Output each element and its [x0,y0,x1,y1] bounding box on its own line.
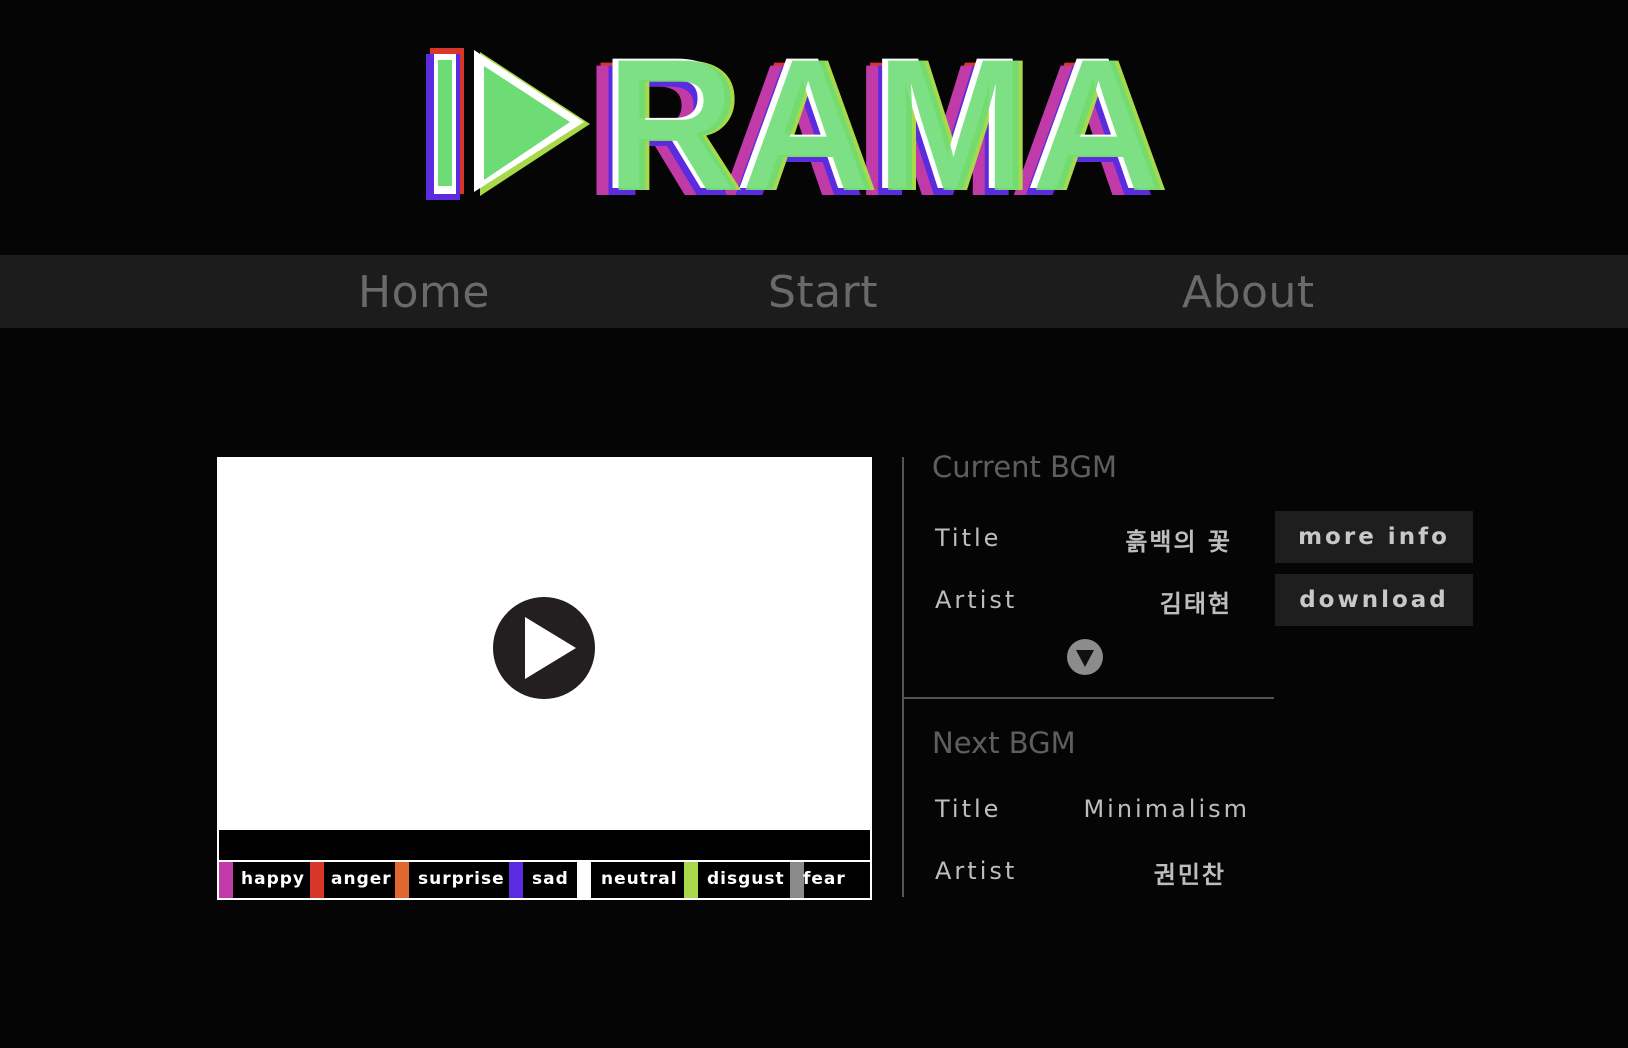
chevron-down-icon [1076,650,1094,667]
legend-swatch-anger [310,862,324,898]
more-info-button[interactable]: more info [1275,511,1473,563]
current-artist-label: Artist [935,586,1018,614]
legend-label-disgust: disgust [707,869,785,889]
legend-label-anger: anger [331,869,392,889]
drama-logo: RAMA RAMA RAMA RAMA RAMA RAMA [426,40,1170,210]
next-title-label: Title [935,795,1002,823]
next-title-value: Minimalism [1083,795,1250,823]
legend-label-surprise: surprise [418,869,505,889]
legend-swatch-surprise [395,862,409,898]
legend-swatch-fear [790,862,804,898]
current-bgm-heading: Current BGM [932,450,1118,484]
download-button[interactable]: download [1275,574,1473,626]
legend-swatch-disgust [684,862,698,898]
panel-divider-vertical [902,457,904,897]
emotion-timeline[interactable] [217,828,872,862]
panel-divider-horizontal [902,697,1274,699]
current-artist-value: 김태현 [1159,590,1232,618]
emotion-legend: happy anger surprise sad neutral disgust… [217,862,872,900]
expand-button[interactable] [1067,639,1103,675]
legend-label-sad: sad [532,869,569,889]
logo-text-main: RAMA [606,40,1166,210]
legend-label-neutral: neutral [601,869,678,889]
current-title-value: 흙백의 꽃 [1125,528,1232,556]
next-artist-label: Artist [935,857,1018,885]
legend-swatch-sad [509,862,523,898]
play-button[interactable] [493,597,595,699]
play-icon [525,617,576,679]
legend-swatch-neutral [577,862,591,898]
next-bgm-heading: Next BGM [932,726,1076,760]
legend-swatch-happy [219,862,233,898]
nav-about[interactable]: About [1182,267,1315,318]
legend-label-fear: fear [803,869,846,889]
legend-label-happy: happy [241,869,305,889]
nav-start[interactable]: Start [768,267,878,318]
current-title-label: Title [935,524,1002,552]
next-artist-value: 권민찬 [1153,861,1226,889]
nav-bar: Home Start About [0,255,1628,328]
video-player[interactable]: happy anger surprise sad neutral disgust… [217,457,872,900]
nav-home[interactable]: Home [358,267,490,318]
